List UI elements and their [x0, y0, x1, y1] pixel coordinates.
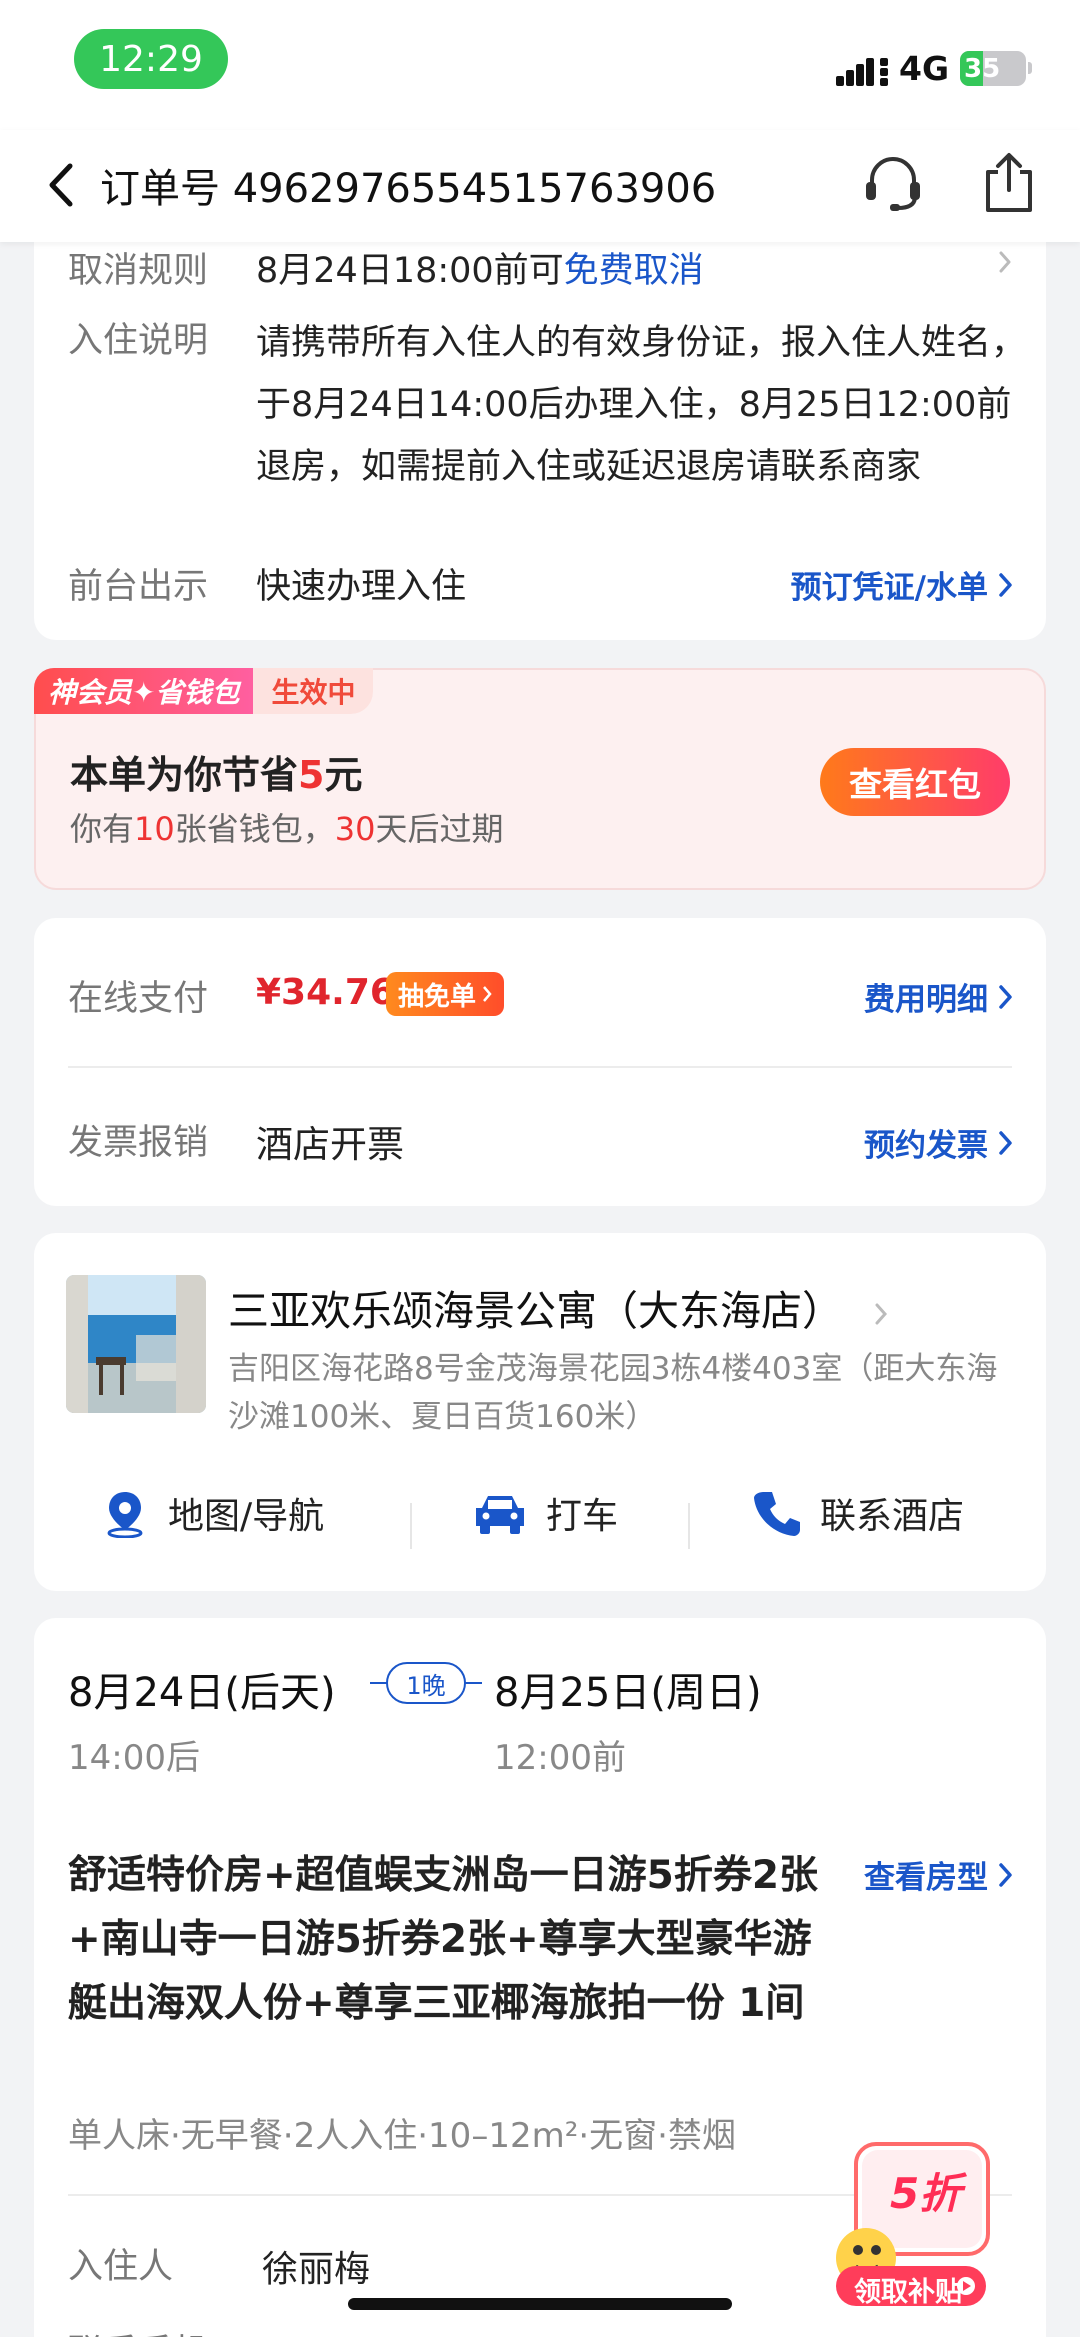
- expire-days: 30: [334, 810, 376, 848]
- fee-detail-link[interactable]: 费用明细: [864, 974, 1014, 1019]
- payment-card: 在线支付 ¥34.76 抽免单 费用明细 发票报销 酒店开票 预约发票: [34, 918, 1046, 1206]
- checkin-instructions-text: 请携带所有入住人的有效身份证，报入住人姓名，于8月24日14:00后办理入住，8…: [256, 323, 1027, 487]
- wallet-count: 10: [134, 810, 175, 848]
- voucher-link[interactable]: 预订凭证/水单: [791, 562, 1014, 607]
- chevron-right-icon: [999, 572, 1012, 597]
- savings-title: 本单为你节省5元: [70, 744, 362, 799]
- battery-percent: 35: [964, 53, 1001, 84]
- payment-label: 在线支付: [68, 979, 209, 1019]
- map-pin-icon: [107, 1492, 143, 1538]
- chevron-right-icon[interactable]: [998, 250, 1012, 274]
- member-badge: 神会员✦省钱包 生效中: [34, 668, 374, 714]
- view-room-type-label: 查看房型: [864, 1860, 988, 1896]
- battery-icon: 35: [960, 51, 1026, 86]
- divider: [410, 1503, 412, 1549]
- divider: [68, 1066, 1012, 1068]
- nav-bar: 订单号 4962976554515763906: [0, 130, 1080, 242]
- order-number-title: 订单号 4962976554515763906: [100, 166, 717, 212]
- wallet-prefix: 你有: [70, 810, 135, 848]
- phone-icon: [754, 1492, 800, 1536]
- member-savings-card: 神会员✦省钱包 生效中 本单为你节省5元 你有10张省钱包，30天后过期 查看红…: [34, 668, 1046, 890]
- invoice-value: 酒店开票: [256, 1123, 404, 1166]
- headset-icon[interactable]: [860, 150, 926, 216]
- cancel-policy-label: 取消规则: [68, 251, 209, 291]
- free-cancel-link[interactable]: 免费取消: [564, 251, 704, 291]
- invoice-label: 发票报销: [68, 1123, 209, 1163]
- map-navigation-button[interactable]: 地图/导航: [100, 1487, 324, 1539]
- member-badge-label: 神会员✦省钱包: [34, 668, 254, 714]
- divider: [688, 1503, 690, 1549]
- chevron-right-icon: [483, 986, 492, 1002]
- wallet-mid: 张省钱包，: [174, 810, 335, 848]
- signal-icon: [836, 58, 888, 86]
- contact-hotel-label: 联系酒店: [820, 1496, 965, 1537]
- voucher-link-label: 预订凭证/水单: [790, 570, 988, 606]
- chevron-right-icon: [999, 1862, 1012, 1887]
- nights-badge: 1晚: [386, 1662, 466, 1704]
- battery-cap: [1028, 62, 1032, 74]
- book-invoice-link[interactable]: 预约发票: [864, 1120, 1014, 1165]
- hotel-name-text: 三亚欢乐颂海景公寓（大东海店）: [228, 1287, 843, 1335]
- payment-price: ¥34.76: [256, 972, 395, 1013]
- taxi-label: 打车: [546, 1496, 619, 1537]
- chevron-right-icon: [999, 984, 1012, 1009]
- taxi-button[interactable]: 打车: [472, 1487, 618, 1539]
- member-status-badge: 生效中: [253, 668, 374, 714]
- hotel-photo[interactable]: [66, 1275, 206, 1413]
- wallet-summary: 你有10张省钱包，30天后过期: [70, 804, 503, 850]
- status-time: 12:29: [74, 29, 228, 89]
- hotel-card: 三亚欢乐颂海景公寓（大东海店） 吉阳区海花路8号金茂海景花园3栋4楼403室（距…: [34, 1233, 1046, 1591]
- back-icon[interactable]: [42, 160, 82, 210]
- home-indicator: [348, 2298, 732, 2310]
- wallet-suffix: 天后过期: [375, 810, 504, 848]
- savings-title-prefix: 本单为你节省: [70, 753, 299, 797]
- chevron-right-icon: [875, 1303, 888, 1325]
- room-specs: 单人床·无早餐·2人入住·10–12m²·无窗·禁烟: [68, 2116, 736, 2156]
- savings-title-suffix: 元: [324, 753, 363, 797]
- frontdesk-value: 快速办理入住: [256, 567, 467, 607]
- room-title: 舒适特价房+超值蜈支洲岛一日游5折券2张+南山寺一日游5折券2张+尊享大型豪华游…: [68, 1853, 818, 2026]
- checkout-time: 12:00前: [494, 1738, 626, 1778]
- view-red-packet-button[interactable]: 查看红包: [820, 748, 1010, 816]
- guest-label: 入住人: [68, 2247, 174, 2287]
- coupon-cta: 领取补贴: [854, 2277, 962, 2308]
- car-icon: [476, 1496, 524, 1534]
- checkout-date: 8月25日(周日): [494, 1670, 762, 1716]
- hotel-name[interactable]: 三亚欢乐颂海景公寓（大东海店）: [228, 1277, 888, 1337]
- frontdesk-label: 前台出示: [68, 567, 209, 607]
- share-icon[interactable]: [980, 150, 1038, 216]
- checkin-time: 14:00后: [68, 1738, 200, 1778]
- checkin-instructions-label: 入住说明: [68, 321, 209, 361]
- guest-name: 徐丽梅: [262, 2249, 371, 2290]
- saved-amount: 5: [298, 753, 325, 797]
- map-navigation-label: 地图/导航: [168, 1496, 325, 1537]
- chevron-right-icon: [999, 1130, 1012, 1155]
- coupon-discount: 5折: [890, 2169, 962, 2218]
- fee-detail-label: 费用明细: [864, 982, 988, 1018]
- cancel-policy-value: 8月24日18:00前可免费取消: [256, 242, 704, 293]
- phone-label: 联系手机: [68, 2324, 208, 2337]
- lottery-tag-label: 抽免单: [398, 981, 477, 1012]
- view-room-type-link[interactable]: 查看房型: [864, 1852, 1014, 1897]
- contact-hotel-button[interactable]: 联系酒店: [752, 1487, 964, 1539]
- hotel-address: 吉阳区海花路8号金茂海景花园3栋4楼403室（距大东海沙滩100米、夏日百货16…: [228, 1351, 998, 1435]
- status-bar: 12:29 4G 35: [0, 0, 1080, 130]
- cancel-policy-text: 8月24日18:00前可: [256, 251, 564, 291]
- nights-connector: [464, 1682, 482, 1684]
- subsidy-coupon-floating[interactable]: 5折 领取补贴: [826, 2138, 1006, 2308]
- free-order-lottery-tag[interactable]: 抽免单: [386, 972, 505, 1016]
- checkin-date: 8月24日(后天): [68, 1670, 336, 1716]
- book-invoice-label: 预约发票: [864, 1128, 988, 1164]
- network-label: 4G: [899, 49, 950, 88]
- policy-card: 取消规则 8月24日18:00前可免费取消 入住说明 请携带所有入住人的有效身份…: [34, 220, 1046, 640]
